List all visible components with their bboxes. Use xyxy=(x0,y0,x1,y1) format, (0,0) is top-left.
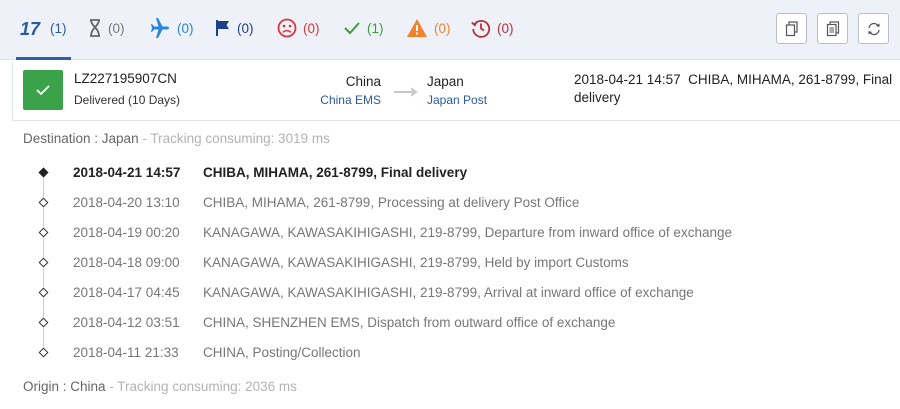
origin-label: Origin : China xyxy=(23,379,106,394)
filter-count-pending: (0) xyxy=(108,20,125,36)
flag-icon xyxy=(216,20,229,36)
event-description: CHIBA, MIHAMA, 261-8799, Final delivery xyxy=(203,165,468,180)
airplane-icon xyxy=(151,18,169,38)
event-time: 2018-04-18 09:00 xyxy=(73,255,180,270)
origin-consuming: - Tracking consuming: 2036 ms xyxy=(105,379,297,394)
destination-label: Destination : Japan xyxy=(23,131,139,146)
event-time: 2018-04-17 04:45 xyxy=(73,285,180,300)
filter-count-in-transit: (0) xyxy=(177,20,194,36)
origin-header: Origin : China - Tracking consuming: 203… xyxy=(23,379,297,394)
filter-tab-alert[interactable]: (0) xyxy=(406,14,451,42)
filter-tab-pending[interactable]: (0) xyxy=(88,14,125,42)
check-icon xyxy=(36,85,50,96)
event-row: 2018-04-12 03:51 CHINA, SHENZHEN EMS, Di… xyxy=(0,308,900,338)
destination-country: Japan xyxy=(427,74,464,89)
filter-tab-delivered[interactable]: (1) xyxy=(343,14,384,42)
destination-carrier-link[interactable]: Japan Post xyxy=(427,93,487,107)
event-description: KANAGAWA, KAWASAKIHIGASHI, 219-8799, Dep… xyxy=(203,225,732,240)
origin-carrier-link[interactable]: China EMS xyxy=(303,93,381,107)
event-description: KANAGAWA, KAWASAKIHIGASHI, 219-8799, Arr… xyxy=(203,285,694,300)
filter-tab-pick-up[interactable]: (0) xyxy=(215,14,254,42)
sad-face-icon xyxy=(277,18,297,38)
timeline-diamond-icon xyxy=(38,347,49,358)
refresh-button[interactable] xyxy=(858,13,889,44)
event-time: 2018-04-19 00:20 xyxy=(73,225,180,240)
delivery-status: Delivered (10 Days) xyxy=(74,93,181,107)
status-filter-bar: 17 (1) (0) (0) (0) (0) (1) (0) (0) xyxy=(0,0,900,60)
delivered-status-badge xyxy=(23,70,63,110)
tracking-number[interactable]: LZ227195907CN xyxy=(74,71,177,86)
event-description: KANAGAWA, KAWASAKIHIGASHI, 219-8799, Hel… xyxy=(203,255,629,270)
timeline-diamond-icon xyxy=(38,227,49,238)
event-description: CHINA, SHENZHEN EMS, Dispatch from outwa… xyxy=(203,315,616,330)
filter-tab-expired[interactable]: (0) xyxy=(471,14,514,42)
timeline-diamond-icon xyxy=(38,197,49,208)
filter-count-undelivered: (0) xyxy=(303,20,320,36)
event-row: 2018-04-19 00:20 KANAGAWA, KAWASAKIHIGAS… xyxy=(0,218,900,248)
event-row: 2018-04-20 13:10 CHIBA, MIHAMA, 261-8799… xyxy=(0,188,900,218)
filter-tab-in-transit[interactable]: (0) xyxy=(149,14,194,42)
copy-button[interactable] xyxy=(776,13,807,44)
timeline-diamond-icon xyxy=(38,257,49,268)
event-description: CHIBA, MIHAMA, 261-8799, Processing at d… xyxy=(203,195,580,210)
timeline-diamond-icon xyxy=(38,167,49,178)
filter-count-expired: (0) xyxy=(497,20,514,36)
event-row: 2018-04-17 04:45 KANAGAWA, KAWASAKIHIGAS… xyxy=(0,278,900,308)
event-time: 2018-04-11 21:33 xyxy=(73,345,179,360)
latest-event: 2018-04-21 14:57 CHIBA, MIHAMA, 261-8799… xyxy=(574,72,896,105)
filter-tab-undelivered[interactable]: (0) xyxy=(277,14,320,42)
filter-count-delivered: (1) xyxy=(367,20,384,36)
seventeen-track-logo-icon: 17 xyxy=(20,19,41,37)
tracking-summary-row[interactable]: LZ227195907CN Delivered (10 Days) China … xyxy=(12,61,900,121)
event-row: 2018-04-18 09:00 KANAGAWA, KAWASAKIHIGAS… xyxy=(0,248,900,278)
event-time: 2018-04-20 13:10 xyxy=(73,195,180,210)
event-time: 2018-04-21 14:57 xyxy=(73,165,181,180)
route-arrow-icon xyxy=(394,87,418,97)
hourglass-icon xyxy=(90,19,100,37)
filter-count-alert: (0) xyxy=(434,20,451,36)
check-icon xyxy=(344,22,360,35)
destination-header: Destination : Japan - Tracking consuming… xyxy=(23,131,330,146)
filter-count-all: (1) xyxy=(50,20,67,36)
svg-text:17: 17 xyxy=(20,19,41,37)
timeline-diamond-icon xyxy=(38,317,49,328)
filter-tab-all[interactable]: 17 (1) xyxy=(16,14,70,60)
event-description: CHINA, Posting/Collection xyxy=(203,345,361,360)
history-icon xyxy=(471,20,491,38)
event-time: 2018-04-12 03:51 xyxy=(73,315,180,330)
refresh-icon xyxy=(867,22,880,35)
origin-country: China xyxy=(345,74,381,89)
copy-icon xyxy=(785,20,798,36)
warning-icon xyxy=(407,19,427,37)
timeline-diamond-icon xyxy=(38,287,49,298)
event-row: 2018-04-11 21:33 CHINA, Posting/Collecti… xyxy=(0,338,900,368)
destination-consuming: - Tracking consuming: 3019 ms xyxy=(138,131,330,146)
filter-count-pick-up: (0) xyxy=(237,20,254,36)
document-copy-icon xyxy=(826,20,839,36)
copy-details-button[interactable] xyxy=(817,13,848,44)
event-row: 2018-04-21 14:57 CHIBA, MIHAMA, 261-8799… xyxy=(0,158,900,188)
